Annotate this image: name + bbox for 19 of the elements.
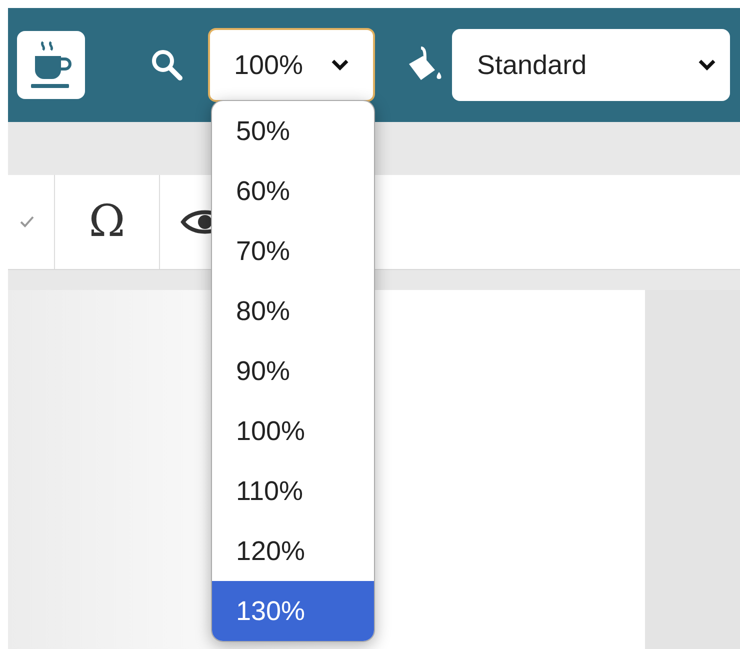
zoom-option[interactable]: 100% bbox=[212, 401, 374, 461]
coffee-cup-icon[interactable] bbox=[17, 31, 85, 99]
zoom-option[interactable]: 80% bbox=[212, 281, 374, 341]
checkmark-icon[interactable] bbox=[20, 216, 34, 228]
chevron-down-icon bbox=[331, 59, 349, 71]
zoom-option[interactable]: 90% bbox=[212, 341, 374, 401]
zoom-option[interactable]: 60% bbox=[212, 161, 374, 221]
zoom-option[interactable]: 50% bbox=[212, 101, 374, 161]
special-character-button[interactable]: Ω bbox=[55, 175, 160, 269]
zoom-option[interactable]: 130% bbox=[212, 581, 374, 641]
select-value: 100% bbox=[234, 48, 304, 82]
zoom-option[interactable]: 110% bbox=[212, 461, 374, 521]
select-value: Standard bbox=[477, 48, 587, 82]
chevron-down-icon bbox=[698, 59, 716, 71]
search-icon[interactable] bbox=[150, 48, 184, 82]
zoom-option[interactable]: 120% bbox=[212, 521, 374, 581]
theme-select[interactable]: Standard bbox=[452, 29, 730, 101]
zoom-option[interactable]: 70% bbox=[212, 221, 374, 281]
zoom-select[interactable]: 100% bbox=[208, 28, 375, 102]
